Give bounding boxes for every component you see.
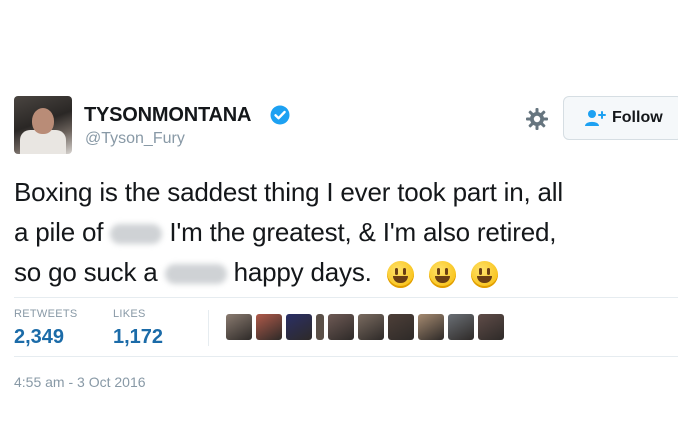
verified-badge-icon — [270, 105, 290, 125]
likers-avatars — [226, 314, 504, 340]
tweet-line-3-start: so go suck a — [14, 257, 158, 287]
liker-avatar[interactable] — [316, 314, 324, 340]
author-avatar[interactable] — [14, 96, 72, 154]
liker-avatar[interactable] — [358, 314, 384, 340]
retweets-label: RETWEETS — [14, 308, 78, 320]
tweet-timestamp[interactable]: 4:55 am - 3 Oct 2016 — [14, 374, 146, 390]
liker-avatar[interactable] — [226, 314, 252, 340]
censored-word — [110, 224, 163, 245]
liker-avatar[interactable] — [328, 314, 354, 340]
follow-button[interactable]: Follow — [563, 96, 678, 140]
gear-icon[interactable] — [525, 107, 549, 131]
grinning-face-emoji-icon — [428, 260, 456, 288]
retweets-stat[interactable]: RETWEETS 2,349 — [14, 308, 78, 349]
likes-count: 1,172 — [113, 326, 164, 348]
grinning-face-emoji-icon — [470, 260, 498, 288]
liker-avatar[interactable] — [418, 314, 444, 340]
liker-avatar[interactable] — [478, 314, 504, 340]
author-handle[interactable]: @Tyson_Fury — [85, 130, 185, 148]
liker-avatar[interactable] — [286, 314, 312, 340]
tweet-line-2-end: I'm the greatest, & I'm also retired, — [169, 217, 557, 247]
author-display-name[interactable]: TYSONMONTANA — [84, 104, 251, 127]
grinning-face-emoji-icon — [386, 260, 414, 288]
stats-top-divider — [14, 297, 678, 298]
tweet-line-1: Boxing is the saddest thing I ever took … — [14, 177, 563, 207]
add-user-icon — [585, 110, 606, 126]
tweet-line-2: a pile of I'm the greatest, & I'm also r… — [14, 212, 674, 252]
liker-avatar[interactable] — [388, 314, 414, 340]
tweet-line-3-end: happy days. — [233, 257, 372, 287]
likes-stat[interactable]: LIKES 1,172 — [113, 308, 163, 349]
stats-bottom-divider — [14, 356, 678, 357]
avatar-head — [32, 108, 54, 134]
tweet-line-2-start: a pile of — [14, 217, 104, 247]
follow-label: Follow — [612, 109, 663, 126]
liker-avatar[interactable] — [256, 314, 282, 340]
liker-avatar[interactable] — [448, 314, 474, 340]
likes-label: LIKES — [113, 308, 146, 320]
stats-separator — [208, 310, 209, 346]
tweet-line-3: so go suck a happy days. — [14, 252, 674, 292]
tweet-text: Boxing is the saddest thing I ever took … — [14, 172, 674, 292]
retweets-count: 2,349 — [14, 326, 65, 348]
censored-word — [164, 264, 227, 285]
